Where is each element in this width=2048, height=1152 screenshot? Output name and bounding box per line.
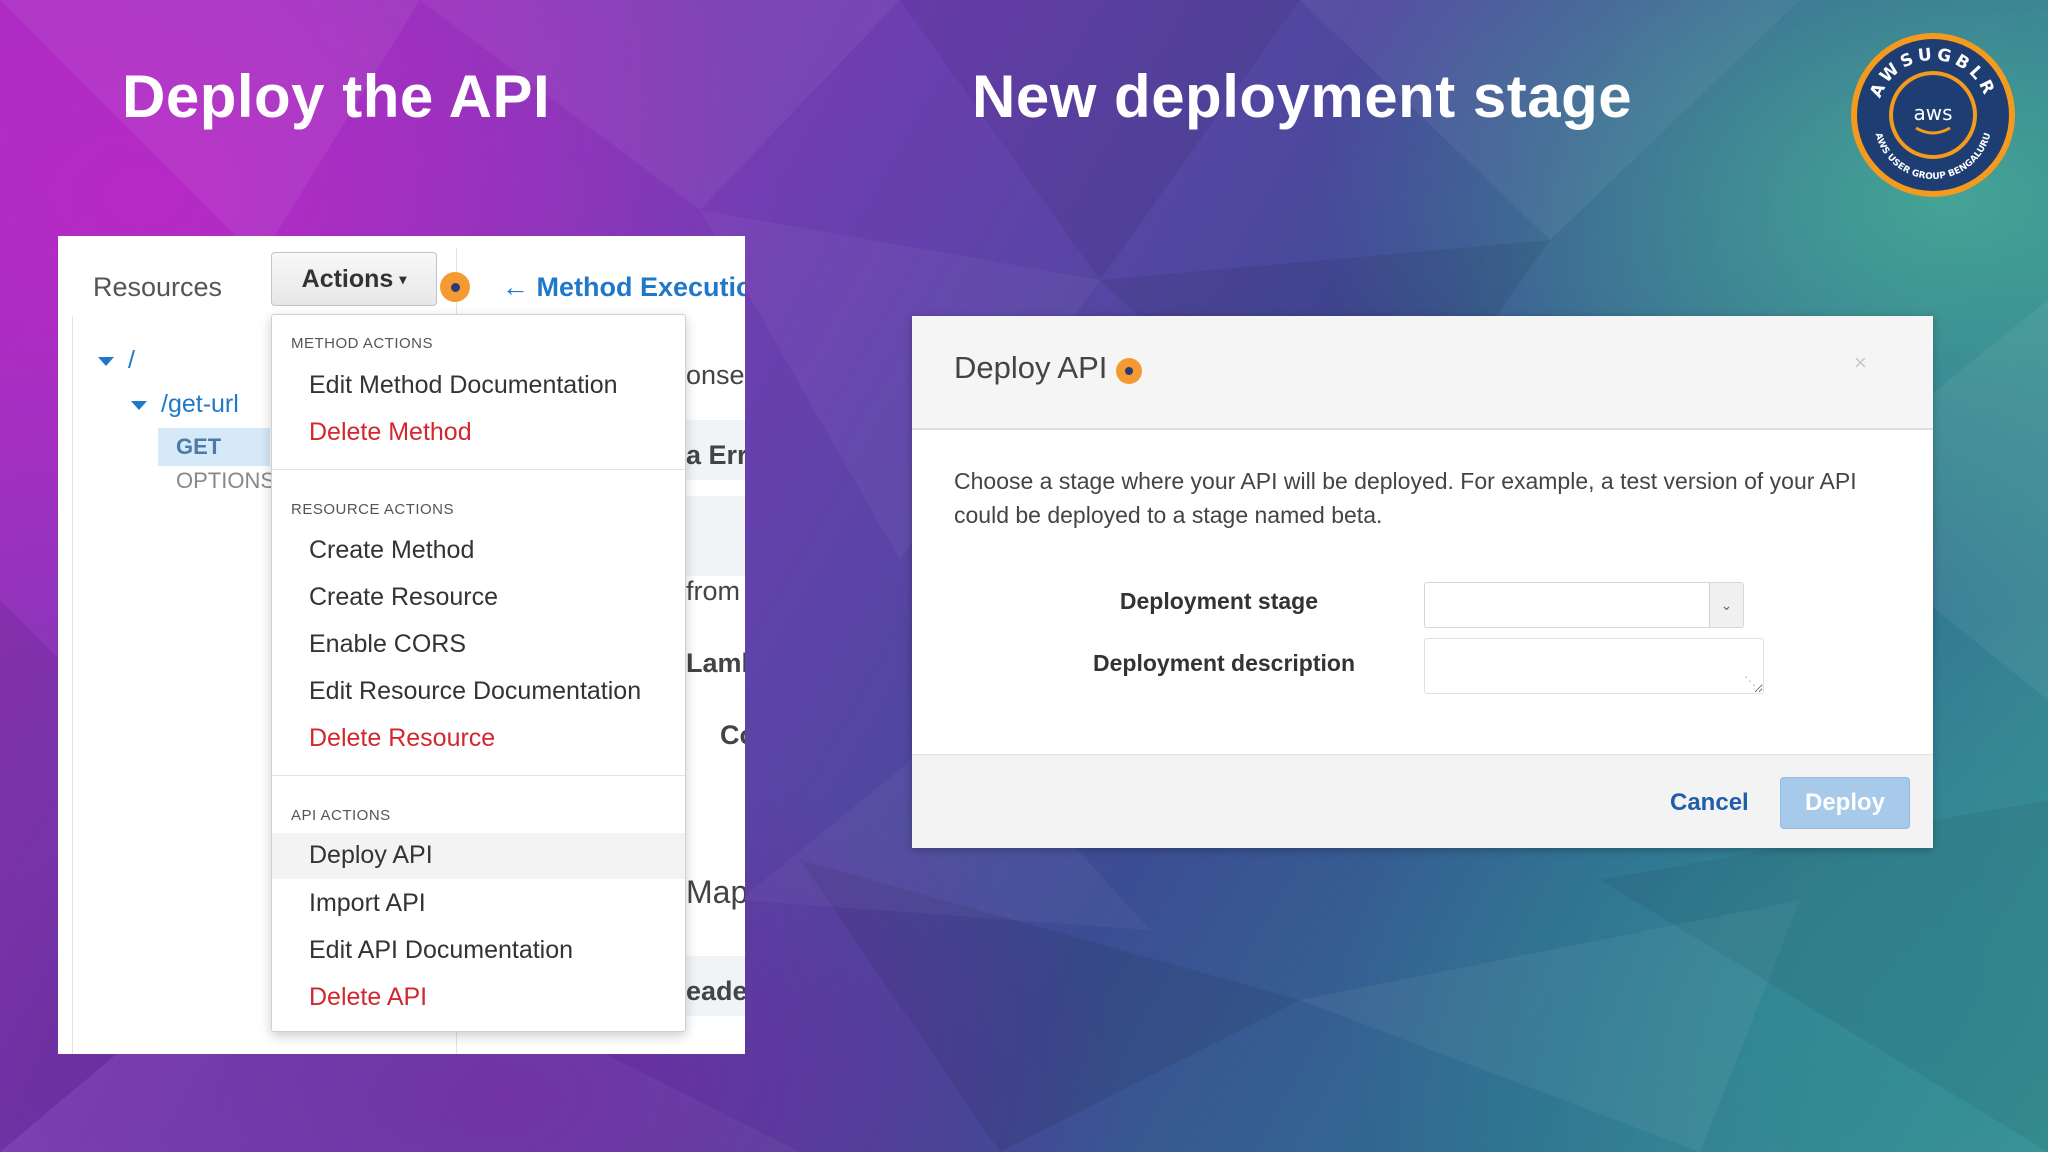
menu-item-create-resource[interactable]: Create Resource [272,575,685,621]
menu-item-edit-resource-documentation[interactable]: Edit Resource Documentation [272,669,685,715]
back-arrow-icon: ← [502,272,537,302]
menu-item-create-method[interactable]: Create Method [272,528,685,574]
modal-footer: Cancel Deploy [912,754,1933,848]
modal-title: Deploy API [954,350,1108,385]
modal-header: Deploy API × [912,316,1933,430]
expand-caret-icon[interactable] [131,400,147,410]
background-text: onse [686,360,745,390]
tree-item-options-method[interactable]: OPTIONS [176,468,275,494]
caret-down-icon: ▾ [399,270,407,287]
modal-description: Choose a stage where your API will be de… [954,468,1857,528]
background-text: Co [720,720,745,750]
background-text: Lamb [686,648,745,678]
deployment-description-field[interactable] [1424,638,1764,694]
method-execution-link[interactable]: ← Method Execution [502,272,745,303]
resize-handle-icon[interactable]: ⋱ [1744,674,1756,688]
menu-item-delete-api[interactable]: Delete API [272,975,685,1021]
background-text: Mapp [686,874,745,910]
info-icon[interactable] [1116,358,1142,384]
menu-divider [272,775,685,776]
divider [72,316,73,1054]
awsug-logo: AWSUGBLR AWS USER GROUP BENGALURU aws [1851,33,2015,197]
tree-item-root[interactable]: / [98,346,135,375]
info-icon[interactable] [440,272,470,302]
background-text: a Erro [686,440,745,470]
background-text: eader [686,976,745,1006]
tree-item-get-url[interactable]: /get-url [131,390,239,419]
tree-label-root: / [128,346,135,374]
console-screenshot: Resources / /get-url GET OPTIONS ← Metho… [58,236,745,1054]
deployment-stage-label: Deployment stage [1119,588,1318,614]
actions-button[interactable]: Actions ▾ [271,252,437,306]
tree-item-get-method[interactable]: GET [158,428,270,466]
deployment-stage-select[interactable]: ⌄ [1424,582,1744,628]
deploy-button[interactable]: Deploy [1780,777,1910,829]
svg-text:aws: aws [1913,101,1952,125]
chevron-down-icon[interactable]: ⌄ [1709,583,1743,627]
menu-item-edit-method-documentation[interactable]: Edit Method Documentation [272,363,685,409]
menu-item-delete-resource[interactable]: Delete Resource [272,716,685,762]
method-execution-label: Method Execution [536,272,745,302]
close-icon[interactable]: × [1854,350,1867,376]
cancel-button[interactable]: Cancel [1670,789,1749,817]
menu-item-import-api[interactable]: Import API [272,881,685,927]
slide-title-right: New deployment stage [972,63,1633,130]
resources-heading: Resources [93,272,223,302]
actions-menu: METHOD ACTIONS Edit Method Documentation… [271,314,686,1032]
menu-item-delete-method[interactable]: Delete Method [272,410,685,456]
menu-section-header: RESOURCE ACTIONS [291,501,455,518]
background-text: from y [686,576,745,606]
menu-section-header: METHOD ACTIONS [291,335,434,352]
menu-section-header: API ACTIONS [291,807,391,824]
expand-caret-icon[interactable] [98,356,114,366]
menu-item-edit-api-documentation[interactable]: Edit API Documentation [272,928,685,974]
actions-label: Actions [301,264,394,293]
tree-label-get-url: /get-url [161,390,239,418]
deployment-description-label: Deployment description [1093,650,1355,676]
menu-item-enable-cors[interactable]: Enable CORS [272,622,685,668]
slide-title-left: Deploy the API [122,63,551,130]
menu-divider [272,469,685,470]
deploy-api-modal: Deploy API × Choose a stage where your A… [912,316,1933,848]
menu-item-deploy-api[interactable]: Deploy API [272,833,685,879]
